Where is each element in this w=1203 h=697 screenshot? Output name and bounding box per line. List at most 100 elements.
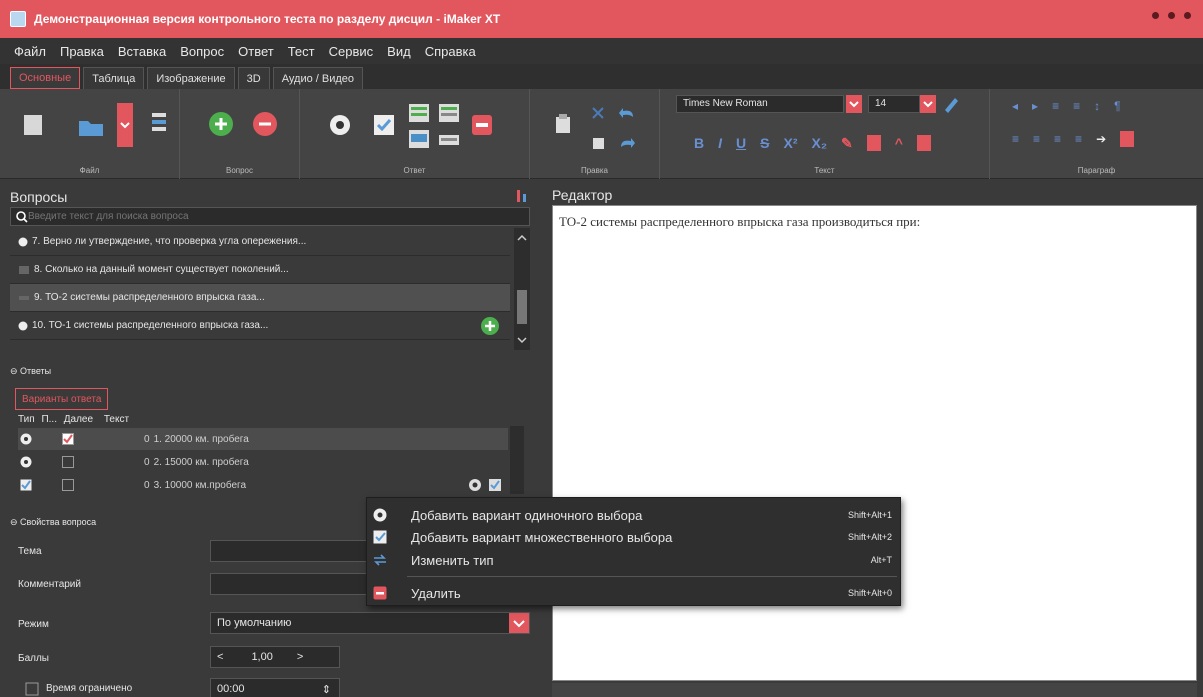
font-size-dropdown-icon[interactable]: [920, 95, 936, 113]
ctx-add-single-choice[interactable]: Добавить вариант одиночного выбора Shift…: [367, 504, 902, 526]
highlight-dropdown-icon[interactable]: [916, 135, 931, 151]
answer-type-d-icon[interactable]: [438, 133, 460, 147]
tab-answer-options[interactable]: Варианты ответа: [15, 388, 109, 410]
question-item-selected[interactable]: 9. ТО-2 системы распределенного впрыска …: [10, 284, 510, 312]
correct-checkbox-checked[interactable]: [62, 433, 74, 445]
text-color-icon[interactable]: ✎: [841, 135, 853, 152]
ctx-delete[interactable]: Удалить Shift+Alt+0: [367, 582, 902, 604]
question-item[interactable]: 10. ТО-1 системы распределенного впрыска…: [10, 312, 510, 340]
answer-row[interactable]: 0 3. 10000 км.пробега: [18, 474, 508, 496]
save-dropdown-icon[interactable]: [117, 103, 133, 147]
tab-table[interactable]: Таблица: [83, 67, 145, 89]
menu-edit[interactable]: Правка: [60, 44, 104, 59]
delete-answer-icon[interactable]: [470, 113, 494, 137]
bullet-list-icon[interactable]: ≡: [1052, 99, 1059, 113]
italic-icon[interactable]: I: [718, 135, 722, 151]
decrement-icon[interactable]: <: [217, 651, 223, 663]
add-question-float-icon[interactable]: [480, 316, 500, 336]
col-type[interactable]: Тип: [18, 414, 35, 425]
copy-icon[interactable]: [590, 135, 606, 151]
cut-icon[interactable]: [590, 105, 606, 121]
question-search-input[interactable]: [28, 211, 518, 222]
answer-check-toggle-icon[interactable]: [488, 478, 502, 492]
window-control-close[interactable]: [1184, 12, 1191, 19]
add-question-icon[interactable]: [208, 111, 234, 137]
question-item[interactable]: 8. Сколько на данный момент существует п…: [10, 256, 510, 284]
time-field[interactable]: 00:00 ⇕: [210, 678, 340, 697]
ctx-change-type[interactable]: Изменить тип Alt+T: [367, 549, 902, 571]
score-spinner[interactable]: < 1,00 >: [210, 646, 340, 668]
undo-icon[interactable]: [618, 105, 636, 121]
menu-test[interactable]: Тест: [288, 44, 315, 59]
open-folder-icon[interactable]: [78, 117, 104, 137]
text-color-dropdown-icon[interactable]: [866, 135, 881, 151]
menu-file[interactable]: Файл: [14, 44, 46, 59]
indent-increase-icon[interactable]: ▸: [1032, 99, 1038, 113]
ctx-add-multiple-choice[interactable]: Добавить вариант множественного выбора S…: [367, 526, 902, 548]
increment-icon[interactable]: >: [297, 651, 303, 663]
align-right-icon[interactable]: ≡: [1054, 132, 1061, 146]
paragraph-direction-icon[interactable]: ➔: [1096, 132, 1106, 146]
questions-scrollbar[interactable]: [514, 228, 530, 350]
answer-type-c-icon[interactable]: [408, 129, 430, 149]
chevron-down-icon[interactable]: [509, 613, 529, 633]
answer-radio-toggle-icon[interactable]: [468, 478, 482, 492]
menu-help[interactable]: Справка: [425, 44, 476, 59]
panel-splitter[interactable]: [540, 183, 550, 697]
properties-icon[interactable]: [150, 111, 170, 137]
subscript-icon[interactable]: X₂: [811, 135, 827, 151]
answers-scrollbar[interactable]: [510, 426, 524, 494]
mode-select[interactable]: По умолчанию: [210, 612, 530, 634]
scroll-down-icon[interactable]: [517, 336, 527, 344]
answer-type-a-icon[interactable]: [408, 103, 430, 123]
menu-answer[interactable]: Ответ: [238, 44, 274, 59]
highlight-icon[interactable]: ^: [895, 135, 903, 151]
time-spinner-icon[interactable]: ⇕: [322, 683, 331, 696]
tab-3d[interactable]: 3D: [237, 67, 270, 89]
font-name-select[interactable]: Times New Roman: [676, 95, 844, 113]
tab-audio-video[interactable]: Аудио / Видео: [272, 67, 364, 89]
window-control-minimize[interactable]: [1152, 12, 1159, 19]
paragraph-icon[interactable]: ¶: [1114, 99, 1120, 113]
answer-row[interactable]: 0 2. 15000 км. пробега: [18, 451, 508, 473]
line-spacing-icon[interactable]: ↕: [1094, 99, 1100, 113]
tab-main[interactable]: Основные: [10, 67, 81, 89]
col-next[interactable]: Далее: [64, 414, 93, 425]
tab-image[interactable]: Изображение: [147, 67, 235, 89]
superscript-icon[interactable]: X²: [783, 135, 797, 151]
underline-icon[interactable]: U: [736, 135, 746, 151]
menu-insert[interactable]: Вставка: [118, 44, 166, 59]
new-file-icon[interactable]: [22, 113, 44, 137]
redo-icon[interactable]: [618, 135, 636, 151]
strikethrough-icon[interactable]: S: [760, 135, 769, 151]
sort-icon[interactable]: [515, 189, 529, 203]
answer-type-b-icon[interactable]: [438, 103, 460, 123]
font-size-select[interactable]: 14: [868, 95, 920, 113]
clear-format-icon[interactable]: [942, 95, 960, 113]
collapse-icon[interactable]: ⊖: [10, 366, 20, 376]
question-item[interactable]: 7. Верно ли утверждение, что проверка уг…: [10, 228, 510, 256]
indent-decrease-icon[interactable]: ◂: [1012, 99, 1018, 113]
align-center-icon[interactable]: ≡: [1033, 132, 1040, 146]
paste-icon[interactable]: [554, 113, 572, 135]
window-control-maximize[interactable]: [1168, 12, 1175, 19]
menu-view[interactable]: Вид: [387, 44, 411, 59]
remove-question-icon[interactable]: [252, 111, 278, 137]
answer-row[interactable]: 0 1. 20000 км. пробега: [18, 428, 508, 450]
questions-scrollbar-thumb[interactable]: [517, 290, 527, 324]
multiple-choice-icon[interactable]: [372, 113, 396, 137]
font-name-dropdown-icon[interactable]: [846, 95, 862, 113]
col-text[interactable]: Текст: [104, 414, 129, 425]
correct-checkbox[interactable]: [62, 456, 74, 468]
paragraph-dropdown-icon[interactable]: [1120, 131, 1135, 147]
numbered-list-icon[interactable]: ≡: [1073, 99, 1080, 113]
align-justify-icon[interactable]: ≡: [1075, 132, 1082, 146]
col-correct[interactable]: П...: [41, 414, 57, 425]
answers-section-header[interactable]: ⊖ Ответы: [10, 366, 51, 377]
correct-checkbox[interactable]: [62, 479, 74, 491]
single-choice-icon[interactable]: [328, 113, 352, 137]
time-limit-checkbox[interactable]: [25, 682, 39, 696]
menu-question[interactable]: Вопрос: [180, 44, 224, 59]
scroll-up-icon[interactable]: [517, 234, 527, 242]
editor-area[interactable]: ТО-2 системы распределенного впрыска газ…: [552, 205, 1197, 681]
